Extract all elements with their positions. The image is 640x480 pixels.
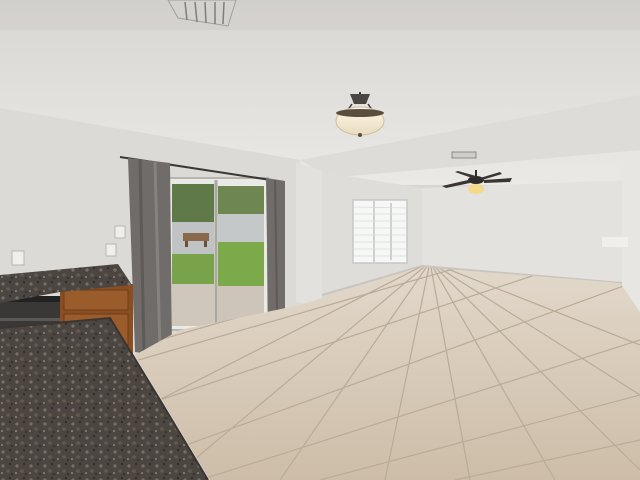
- light-switch: [114, 225, 126, 239]
- living-room-photo: [0, 0, 640, 480]
- window-with-blinds: [352, 199, 408, 264]
- center-pillar: [296, 162, 322, 307]
- wall-outlet: [105, 243, 117, 257]
- ceiling-shadow: [0, 0, 640, 30]
- outdoor-bench: [183, 233, 209, 241]
- wall-outlet: [11, 250, 25, 266]
- curtain-left: [128, 158, 172, 354]
- sliding-glass-door: [167, 177, 269, 331]
- curtain-right: [266, 178, 285, 312]
- right-column: [622, 150, 640, 312]
- wall-shelf-ledge: [602, 237, 628, 247]
- back-wall-right: [422, 180, 630, 283]
- hvac-vent-small: [451, 151, 477, 159]
